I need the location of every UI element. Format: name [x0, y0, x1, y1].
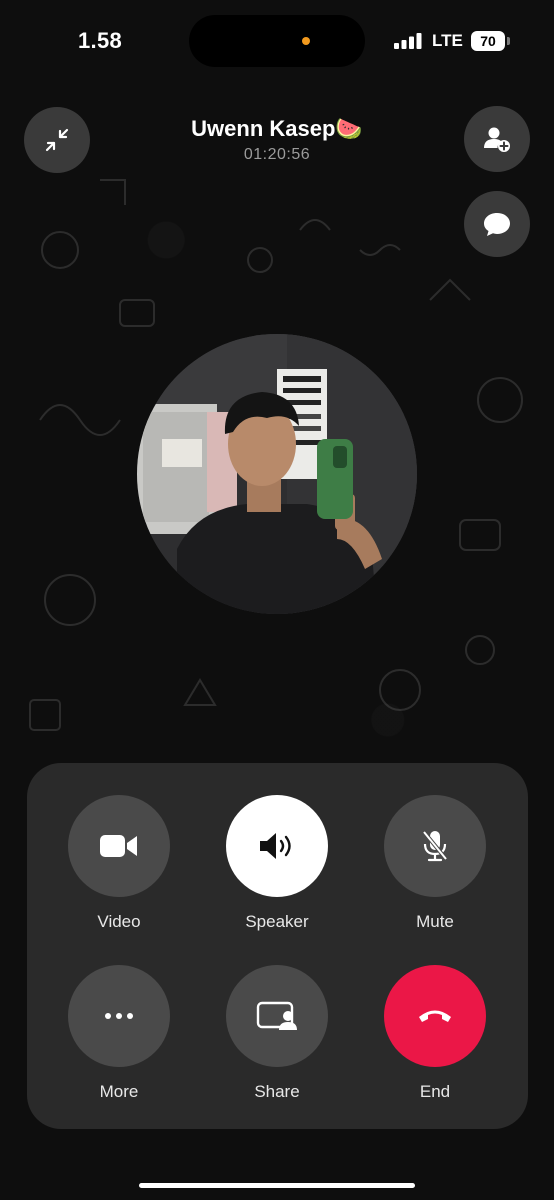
battery-icon: 70	[471, 31, 505, 51]
signal-icon	[394, 33, 422, 49]
add-participant-button[interactable]	[464, 106, 530, 172]
dynamic-island	[189, 15, 365, 67]
share-label: Share	[254, 1082, 300, 1101]
video-button[interactable]	[68, 795, 170, 897]
speaker-button[interactable]	[226, 795, 328, 897]
mic-indicator-dot	[302, 37, 310, 45]
microphone-off-icon	[422, 830, 448, 862]
speaker-icon	[260, 833, 291, 859]
end-call-button[interactable]	[384, 965, 486, 1067]
more-dots-icon	[105, 1013, 133, 1019]
share-screen-button[interactable]	[226, 965, 328, 1067]
mute-label: Mute	[416, 912, 454, 931]
more-button[interactable]	[68, 965, 170, 1067]
carrier-label: LTE	[432, 31, 463, 50]
call-screen: 1.58 LTE 70 Uwenn Kasep🍉 01:20:56 Video …	[0, 0, 554, 1200]
mute-button[interactable]	[384, 795, 486, 897]
contact-avatar	[137, 334, 417, 614]
end-label: End	[419, 1082, 451, 1101]
home-indicator[interactable]	[139, 1183, 415, 1188]
chat-bubble-icon	[484, 213, 510, 236]
video-label: Video	[97, 912, 141, 931]
speaker-label: Speaker	[245, 912, 309, 931]
more-label: More	[99, 1082, 139, 1101]
video-camera-icon	[100, 835, 137, 857]
avatar-photo	[137, 334, 417, 614]
chat-button[interactable]	[464, 191, 530, 257]
add-person-icon	[484, 127, 510, 152]
hang-up-icon	[419, 1010, 451, 1022]
screen-share-icon	[256, 1001, 297, 1030]
battery-tip	[507, 37, 510, 45]
status-time: 1.58	[78, 28, 123, 53]
